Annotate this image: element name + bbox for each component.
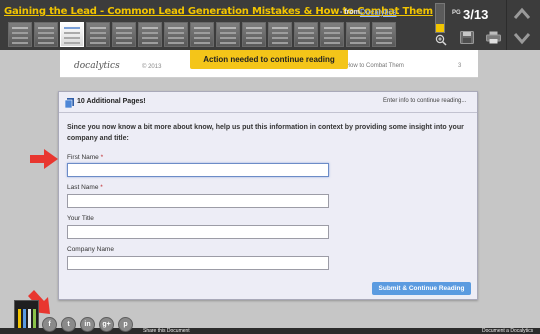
page-copyright: © 2013 xyxy=(142,64,162,70)
page-thumbnail[interactable] xyxy=(34,22,58,47)
docalytics-logo: docalytics xyxy=(74,61,120,71)
your-title-field[interactable] xyxy=(67,225,329,239)
red-arrow-icon xyxy=(30,149,58,169)
toolbar-divider xyxy=(506,0,507,50)
save-icon[interactable] xyxy=(460,31,474,44)
pinterest-icon[interactable]: p xyxy=(118,317,133,332)
page-thumbnail[interactable] xyxy=(294,22,318,47)
page-thumbnail[interactable] xyxy=(8,22,32,47)
powered-by-label: Document a Docalytics xyxy=(482,328,534,334)
page-thumbnail[interactable] xyxy=(60,22,84,47)
zoom-slider-fill xyxy=(436,23,444,32)
page-label: PG xyxy=(452,10,461,16)
form-intro-text: Since you now know a bit more about know… xyxy=(67,124,464,142)
page-thumbnail[interactable] xyxy=(268,22,292,47)
form-header: 10 Additional Pages! Enter info to conti… xyxy=(59,92,477,113)
page-thumbnail[interactable] xyxy=(372,22,396,47)
your-title-label: Your Title xyxy=(67,215,94,222)
submit-continue-reading-button[interactable]: Submit & Continue Reading xyxy=(372,282,471,295)
page-thumbnail[interactable] xyxy=(164,22,188,47)
page-thumbnail[interactable] xyxy=(190,22,214,47)
zoom-slider[interactable] xyxy=(435,3,445,33)
required-asterisk: * xyxy=(100,184,103,191)
share-document-label: Share this Document xyxy=(143,328,190,334)
page-thumbnail[interactable] xyxy=(138,22,162,47)
first-name-field[interactable] xyxy=(67,163,329,177)
page-thumbnail[interactable] xyxy=(86,22,110,47)
company-name-field[interactable] xyxy=(67,256,329,270)
previous-page-chevron-up-icon[interactable] xyxy=(512,6,532,22)
last-name-field[interactable] xyxy=(67,194,329,208)
publisher-link[interactable]: Docalytics xyxy=(360,8,396,17)
print-icon[interactable] xyxy=(486,31,501,44)
page-number: 3 xyxy=(458,63,462,69)
enter-info-hint: Enter info to continue reading... xyxy=(383,98,467,104)
facebook-icon[interactable]: f xyxy=(42,317,57,332)
twitter-icon[interactable]: t xyxy=(61,317,76,332)
google-plus-icon[interactable]: g+ xyxy=(99,317,114,332)
company-name-label: Company Name xyxy=(67,246,114,253)
next-page-chevron-down-icon[interactable] xyxy=(512,30,532,46)
required-asterisk: * xyxy=(100,154,104,161)
first-name-label: First Name * xyxy=(67,154,104,161)
pages-icon xyxy=(65,98,74,108)
from-label: - from xyxy=(340,9,360,16)
lead-capture-form: 10 Additional Pages! Enter info to conti… xyxy=(58,91,478,300)
page-thumbnail[interactable] xyxy=(242,22,266,47)
form-title: 10 Additional Pages! xyxy=(77,98,146,105)
page-thumbnail[interactable] xyxy=(320,22,344,47)
viewer-toolbar: Gaining the Lead - Common Lead Generatio… xyxy=(0,0,540,50)
page-counter: 3/13 xyxy=(463,7,489,22)
page-thumbnail[interactable] xyxy=(346,22,370,47)
page-thumbnail[interactable] xyxy=(216,22,240,47)
linkedin-icon[interactable]: in xyxy=(80,317,95,332)
zoom-in-icon[interactable] xyxy=(435,34,447,46)
last-name-label: Last Name * xyxy=(67,184,103,191)
action-needed-banner: Action needed to continue reading xyxy=(190,50,348,69)
page-thumbnail[interactable] xyxy=(112,22,136,47)
page-thumbnails-strip xyxy=(8,22,426,47)
